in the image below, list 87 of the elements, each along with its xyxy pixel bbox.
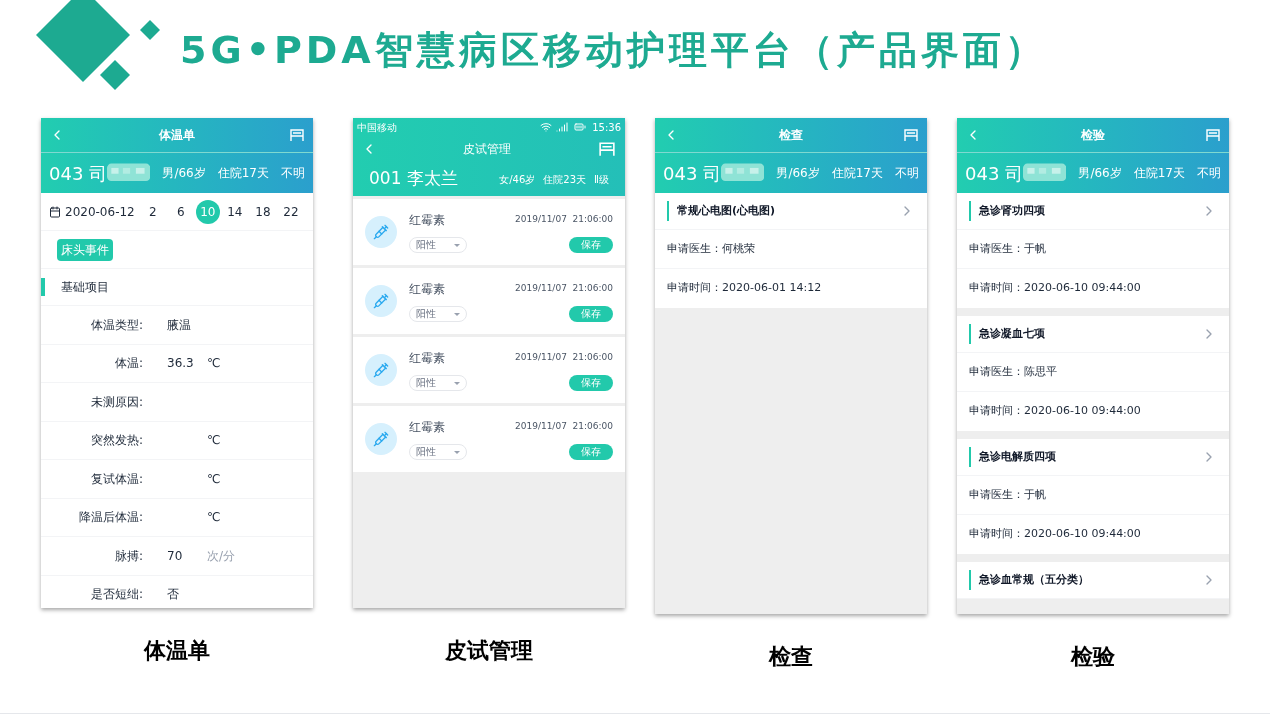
field-unit: 次/分 <box>207 547 236 565</box>
patient-info: 男/66岁 <box>1078 165 1122 182</box>
screen-caption: 检查 <box>769 643 813 671</box>
field-label: 突然发热: <box>89 432 143 450</box>
request-time: 申请时间：2020-06-01 14:12 <box>667 280 822 297</box>
patient-info: Ⅱ级 <box>594 172 609 187</box>
patient-bed-name: 043 司 <box>49 161 108 186</box>
field-label: 体温: <box>113 355 143 373</box>
patient-info: 不明 <box>281 165 305 182</box>
order-title[interactable]: 急诊凝血七项 <box>979 325 1201 343</box>
hour-chip[interactable]: 14 <box>221 199 248 224</box>
request-time: 申请时间：2020-06-10 09:44:00 <box>969 526 1141 543</box>
syringe-icon <box>365 423 397 455</box>
field-label: 复试体温: <box>89 470 143 488</box>
order-title[interactable]: 急诊肾功四项 <box>979 202 1201 220</box>
signal-icon <box>556 121 569 133</box>
patient-info: 住院17天 <box>217 165 269 182</box>
test-time: 2019/11/07 21:06:00 <box>515 351 613 365</box>
doctor-label: 申请医生：陈思平 <box>969 363 1057 380</box>
field-label: 体温类型: <box>89 316 143 334</box>
hour-chip[interactable]: 22 <box>277 199 304 224</box>
wifi-icon <box>540 121 553 133</box>
patient-info: 不明 <box>1197 165 1221 182</box>
calendar-icon[interactable] <box>49 205 61 218</box>
caret-icon <box>454 381 460 385</box>
battery-icon <box>572 121 589 133</box>
test-time: 2019/11/07 21:06:00 <box>515 213 613 227</box>
request-time: 申请时间：2020-06-10 09:44:00 <box>969 403 1141 420</box>
patient-info: 男/66岁 <box>162 165 206 182</box>
patient-info: 不明 <box>895 165 919 182</box>
drug-name: 红霉素 <box>409 419 445 436</box>
patient-bed-name: 043 司 <box>965 161 1024 186</box>
nav-title: 检验 <box>1081 127 1105 144</box>
hour-chip[interactable]: 2 <box>139 199 166 224</box>
field-value: 36.3 <box>167 355 195 373</box>
bed-icon[interactable] <box>289 127 305 143</box>
page-title: 5G•PDA智慧病区移动护理平台（产品界面） <box>180 26 1047 74</box>
hour-chip[interactable]: 18 <box>249 199 276 224</box>
request-time: 申请时间：2020-06-10 09:44:00 <box>969 280 1141 297</box>
field-value: 否 <box>167 586 180 604</box>
carrier-label: 中国移动 <box>357 120 397 135</box>
drug-name: 红霉素 <box>409 350 445 367</box>
patient-info: 住院17天 <box>831 165 883 182</box>
nav-title: 检查 <box>779 127 803 144</box>
order-title[interactable]: 急诊电解质四项 <box>979 448 1201 466</box>
patient-bed-name: 001 李太兰 <box>369 167 458 191</box>
bed-icon[interactable] <box>597 141 617 157</box>
field-label: 降温后体温: <box>77 509 143 527</box>
screen-caption: 体温单 <box>144 637 210 665</box>
field-unit: ℃ <box>207 470 221 488</box>
patient-info: 住院23天 <box>543 172 587 187</box>
patient-bed-name: 043 司 <box>663 161 722 186</box>
drug-name: 红霉素 <box>409 281 445 298</box>
order-title[interactable]: 常规心电图(心电图) <box>677 202 899 220</box>
caret-icon <box>454 450 460 454</box>
caret-icon <box>454 243 460 247</box>
field-value: 70 <box>167 547 184 565</box>
field-unit: ℃ <box>207 355 221 373</box>
field-label: 是否短绌: <box>89 586 143 604</box>
screen-caption: 皮试管理 <box>445 637 533 665</box>
field-label: 未测原因: <box>89 393 143 411</box>
test-time: 2019/11/07 21:06:00 <box>515 420 613 434</box>
field-unit: ℃ <box>207 509 221 527</box>
syringe-icon <box>365 354 397 386</box>
doctor-label: 申请医生：何桃荣 <box>667 240 755 257</box>
caret-icon <box>454 312 460 316</box>
hour-chip[interactable]: 6 <box>167 199 194 224</box>
syringe-icon <box>365 285 397 317</box>
test-time: 2019/11/07 21:06:00 <box>515 282 613 296</box>
doctor-label: 申请医生：于帆 <box>969 240 1046 257</box>
bed-icon[interactable] <box>1205 127 1221 143</box>
field-value: 腋温 <box>167 316 192 334</box>
section-title: 基础项目 <box>61 279 109 296</box>
syringe-icon <box>365 216 397 248</box>
doctor-label: 申请医生：于帆 <box>969 486 1046 503</box>
field-label: 脉搏: <box>113 547 143 565</box>
bed-icon[interactable] <box>903 127 919 143</box>
patient-info: 住院17天 <box>1133 165 1185 182</box>
clock-label: 15:36 <box>592 120 621 135</box>
patient-info: 女/46岁 <box>499 172 536 187</box>
nav-title: 皮试管理 <box>463 141 511 158</box>
date-label[interactable]: 2020-06-12 <box>65 202 135 221</box>
field-unit: ℃ <box>207 432 221 450</box>
drug-name: 红霉素 <box>409 212 445 229</box>
screen-caption: 检验 <box>1071 643 1115 671</box>
nav-title: 体温单 <box>159 127 195 144</box>
patient-info: 男/66岁 <box>776 165 820 182</box>
